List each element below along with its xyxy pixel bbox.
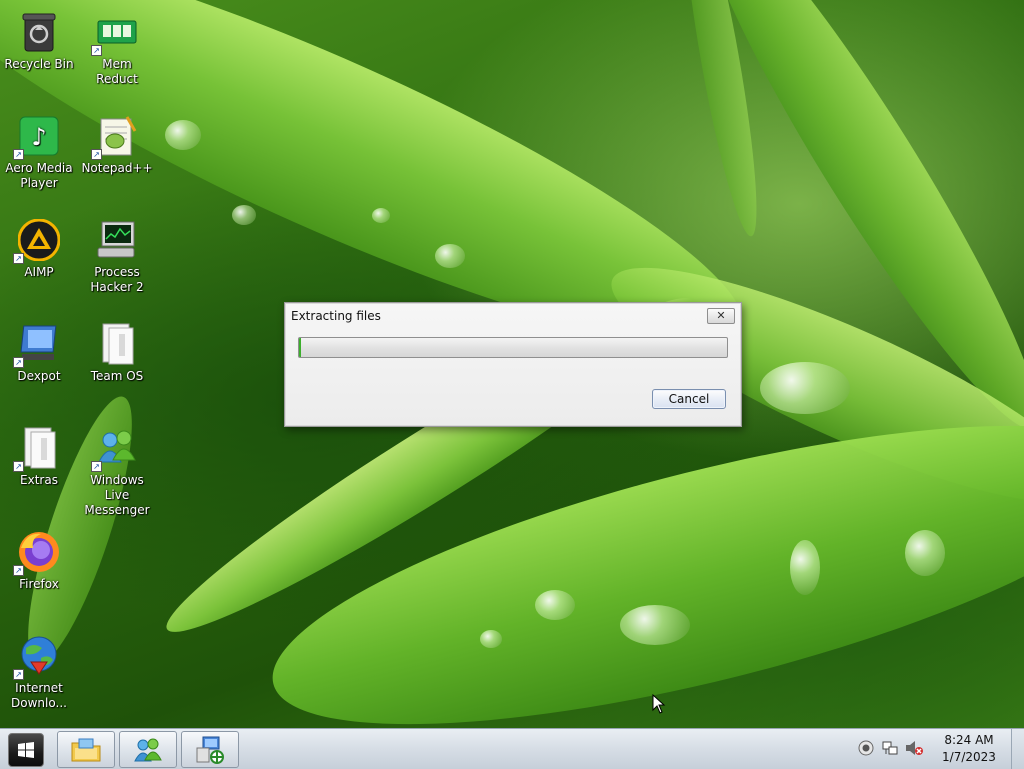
- start-button[interactable]: [8, 733, 44, 767]
- shortcut-arrow-icon: ↗: [13, 461, 24, 472]
- desktop-icon-recycle-bin[interactable]: Recycle Bin: [1, 10, 77, 72]
- desktop-icon-label: Mem Reduct: [96, 57, 138, 86]
- network-icon: [882, 741, 898, 755]
- folder-icon: [95, 322, 139, 366]
- wallpaper-water-drop: [790, 540, 820, 595]
- shortcut-arrow-icon: ↗: [91, 149, 102, 160]
- desktop-icon-aimp[interactable]: ↗ AIMP: [1, 218, 77, 280]
- desktop-icon-notepad-plus-plus[interactable]: ↗ Notepad++: [79, 114, 155, 176]
- desktop-icon-windows-live-messenger[interactable]: ↗ Windows Live Messenger: [79, 426, 155, 518]
- taskbar-pinned-messenger[interactable]: [119, 731, 177, 768]
- notepad-plus-plus-icon: ↗: [91, 114, 139, 160]
- taskbar-pinned-explorer[interactable]: [57, 731, 115, 768]
- shortcut-arrow-icon: ↗: [13, 253, 24, 264]
- shortcut-arrow-icon: ↗: [13, 357, 24, 368]
- desktop-icon-extras[interactable]: ↗ Extras: [1, 426, 77, 488]
- shortcut-arrow-icon: ↗: [13, 149, 24, 160]
- wallpaper-water-drop: [372, 208, 390, 223]
- tray-volume-button[interactable]: [905, 739, 923, 757]
- folder-icon: ↗: [13, 426, 61, 472]
- desktop-icon-label: Notepad++: [81, 161, 153, 175]
- shortcut-arrow-icon: ↗: [13, 565, 24, 576]
- shortcut-arrow-icon: ↗: [13, 669, 24, 680]
- dialog-close-button[interactable]: ✕: [707, 308, 735, 324]
- shortcut-arrow-icon: ↗: [91, 461, 102, 472]
- desktop-icon-label: Windows Live Messenger: [84, 473, 150, 517]
- desktop-icon-internet-download-manager[interactable]: ↗ Internet Downlo...: [1, 634, 77, 711]
- taskbar-clock[interactable]: 8:24 AM 1/7/2023: [930, 732, 1008, 766]
- tray-network-button[interactable]: [881, 739, 899, 757]
- desktop-icon-label: Extras: [20, 473, 58, 487]
- desktop-icon-process-hacker[interactable]: Process Hacker 2: [79, 218, 155, 295]
- wallpaper-water-drop: [905, 530, 945, 576]
- process-hacker-icon: [95, 218, 139, 262]
- desktop-icon-label: Internet Downlo...: [11, 681, 67, 710]
- wallpaper-water-drop: [435, 244, 465, 268]
- dialog-title: Extracting files: [291, 309, 381, 323]
- desktop-icon-label: Firefox: [19, 577, 59, 591]
- mem-reduct-icon: ↗: [91, 10, 139, 56]
- shortcut-arrow-icon: ↗: [91, 45, 102, 56]
- show-desktop-button[interactable]: [1011, 729, 1024, 769]
- desktop-icon-label: Aero Media Player: [5, 161, 73, 190]
- wallpaper-water-drop: [480, 630, 502, 648]
- windows-logo-icon: [18, 742, 34, 758]
- aimp-icon: ↗: [13, 218, 61, 264]
- wallpaper-water-drop: [535, 590, 575, 620]
- desktop-icon-team-os[interactable]: Team OS: [79, 322, 155, 384]
- dexpot-icon: ↗: [13, 322, 61, 368]
- desktop-icon-mem-reduct[interactable]: ↗ Mem Reduct: [79, 10, 155, 87]
- desktop-icon-dexpot[interactable]: ↗ Dexpot: [1, 322, 77, 384]
- desktop-icon-label: Team OS: [90, 369, 144, 383]
- firefox-icon: ↗: [13, 530, 61, 576]
- record-icon: [858, 740, 874, 756]
- taskbar-pinned-network-setup[interactable]: [181, 731, 239, 768]
- windows-live-messenger-icon: ↗: [91, 426, 139, 472]
- extracting-files-dialog[interactable]: Extracting files ✕ Cancel: [284, 302, 742, 427]
- cancel-button[interactable]: Cancel: [652, 389, 726, 409]
- desktop-icon-aero-media-player[interactable]: ♪ ↗ Aero Media Player: [1, 114, 77, 191]
- progress-fill: [299, 338, 301, 357]
- desktop-icon-firefox[interactable]: ↗ Firefox: [1, 530, 77, 592]
- desktop-icon-label: Dexpot: [17, 369, 61, 383]
- tray-record-button[interactable]: [857, 739, 875, 757]
- svg-text:♪: ♪: [31, 123, 46, 151]
- volume-muted-icon: [906, 741, 923, 755]
- aero-media-player-icon: ♪ ↗: [13, 114, 61, 160]
- wallpaper-water-drop: [760, 362, 850, 414]
- network-setup-icon: [196, 736, 224, 764]
- desktop-icon-label: AIMP: [24, 265, 54, 279]
- internet-download-manager-icon: ↗: [13, 634, 61, 680]
- windows-live-messenger-icon: [134, 738, 162, 761]
- close-icon: ✕: [716, 309, 726, 322]
- taskbar: 8:24 AM 1/7/2023: [0, 728, 1024, 769]
- explorer-folder-icon: [71, 738, 101, 761]
- clock-time: 8:24 AM: [944, 733, 994, 747]
- wallpaper-water-drop: [232, 205, 256, 225]
- mouse-cursor-icon: [652, 694, 666, 714]
- desktop-icon-label: Process Hacker 2: [90, 265, 144, 294]
- extraction-progress-bar: [298, 337, 728, 358]
- desktop-icon-label: Recycle Bin: [4, 57, 74, 71]
- desktop[interactable]: Recycle Bin ↗ Mem Reduct ♪ ↗ Aero Media …: [0, 0, 1024, 728]
- wallpaper-water-drop: [620, 605, 690, 645]
- recycle-bin-icon: [17, 10, 61, 54]
- wallpaper-water-drop: [165, 120, 201, 150]
- clock-date: 1/7/2023: [942, 750, 996, 764]
